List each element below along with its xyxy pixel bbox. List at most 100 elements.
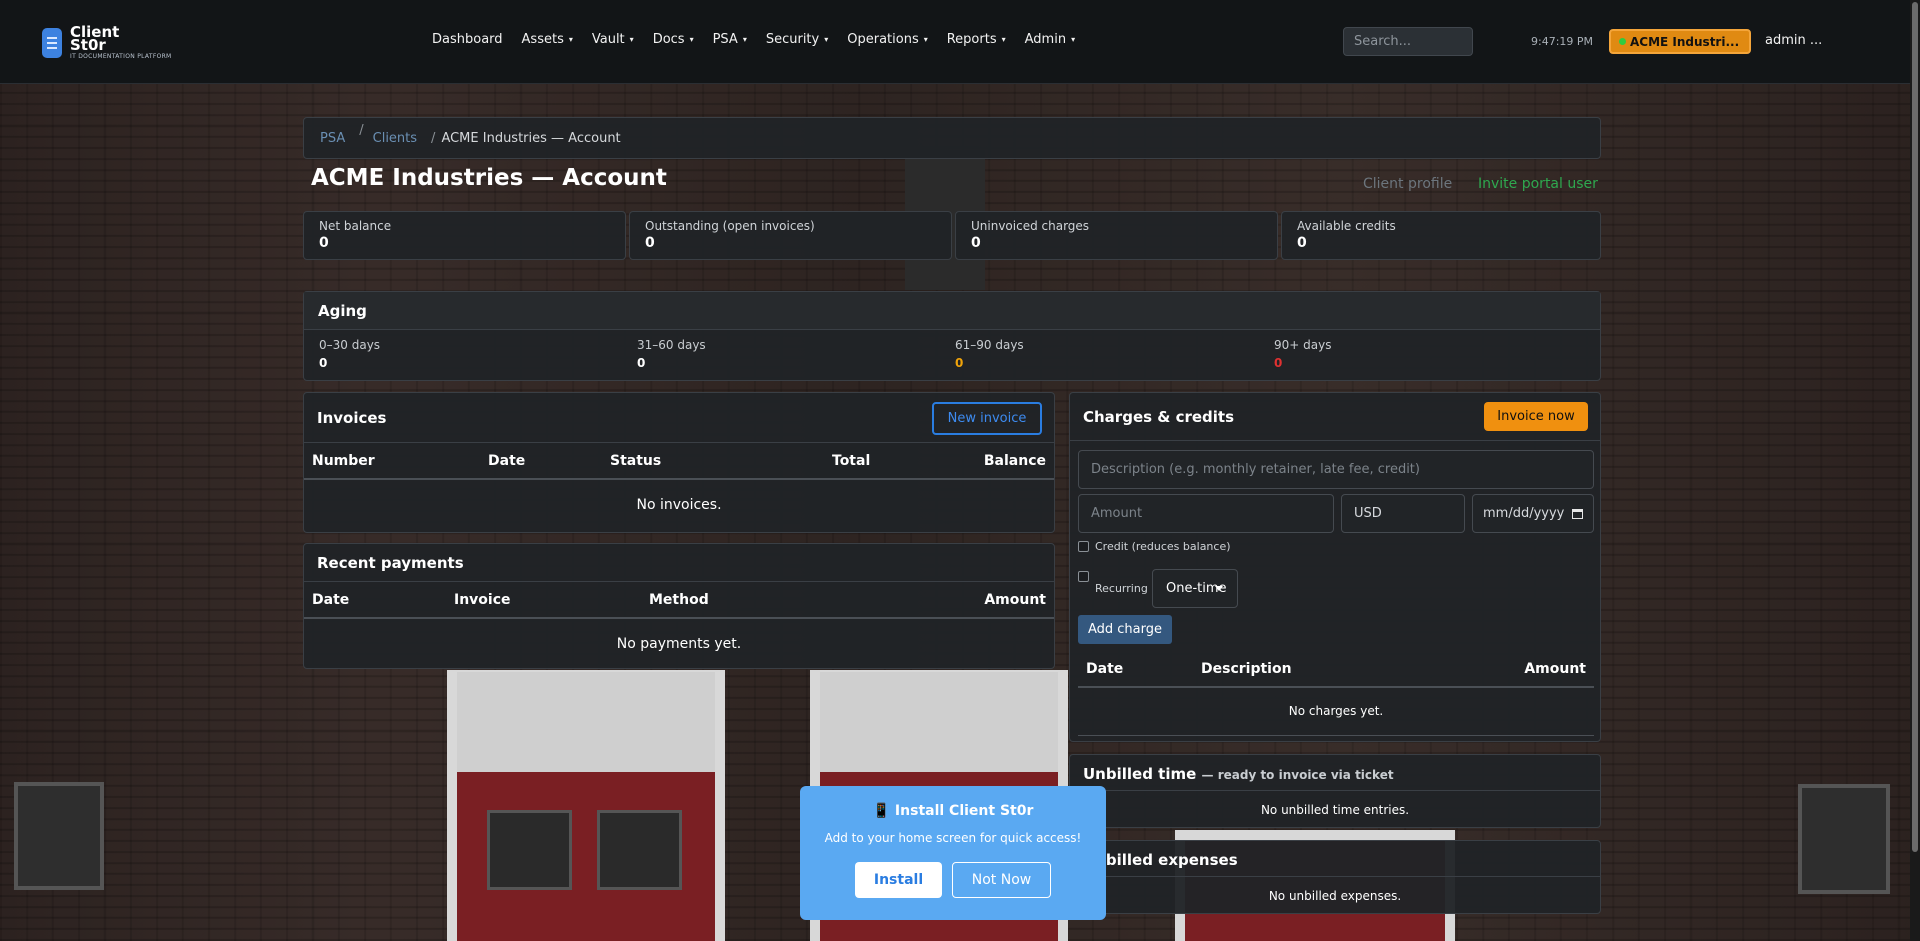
caret-down-icon: ▾ xyxy=(629,35,634,44)
nav-item-label: Security xyxy=(765,32,820,47)
charges-title: Charges & credits xyxy=(1083,407,1235,426)
column-header[interactable]: Total xyxy=(824,443,919,480)
nav-item-label: Admin xyxy=(1024,32,1067,47)
column-header[interactable]: Amount xyxy=(844,582,1054,619)
aging-bucket-value: 0 xyxy=(955,356,964,370)
nav-item-operations[interactable]: Operations ▾ xyxy=(847,32,927,47)
unbilled-time-title: Unbilled time xyxy=(1083,765,1197,783)
install-button[interactable]: Install xyxy=(855,862,942,898)
main-nav: Dashboard Assets ▾ Vault ▾ Docs ▾ PSA ▾ Security ▾… xyxy=(432,32,1094,47)
caret-down-icon: ▾ xyxy=(742,35,747,44)
database-icon xyxy=(42,28,62,58)
brand-logo[interactable]: Client St0r IT DOCUMENTATION PLATFORM xyxy=(42,23,172,60)
caret-down-icon: ▾ xyxy=(1001,35,1006,44)
unbilled-time-card: Unbilled time — ready to invoice via tic… xyxy=(1069,754,1601,828)
frequency-select[interactable]: One-time xyxy=(1152,569,1238,608)
nav-item-label: Docs xyxy=(652,32,685,47)
search-input[interactable] xyxy=(1343,27,1473,56)
currency-field[interactable]: USD xyxy=(1341,494,1465,533)
payments-table: Date Invoice Method Amount No payments y… xyxy=(304,582,1054,669)
recurring-checkbox[interactable] xyxy=(1078,571,1089,582)
column-header[interactable]: Method xyxy=(641,582,845,619)
unbilled-expenses-title: Unbilled expenses xyxy=(1083,851,1238,869)
breadcrumb: PSA / Clients / ACME Industries — Accoun… xyxy=(303,117,1601,159)
nav-item-label: Reports xyxy=(946,32,997,47)
date-field[interactable]: mm/dd/yyyy xyxy=(1472,494,1594,533)
active-client-selector[interactable]: ACME Industri... xyxy=(1609,29,1751,54)
active-client-label: ACME Industri... xyxy=(1630,34,1740,49)
stat-net-balance: Net balance 0 xyxy=(303,211,626,260)
empty-state: No unbilled expenses. xyxy=(1268,889,1402,903)
column-header[interactable]: Status xyxy=(602,443,824,480)
caret-down-icon: ▾ xyxy=(568,35,573,44)
breadcrumb-separator: / xyxy=(359,122,364,138)
invoice-now-button[interactable]: Invoice now xyxy=(1484,402,1588,431)
caret-down-icon: ▾ xyxy=(1071,35,1076,44)
empty-state: No invoices. xyxy=(636,497,722,513)
unbilled-time-subtitle: — ready to invoice via ticket xyxy=(1201,768,1394,782)
nav-item-dashboard[interactable]: Dashboard xyxy=(432,32,503,47)
nav-item-label: Dashboard xyxy=(432,32,503,47)
calendar-icon[interactable] xyxy=(1572,508,1583,519)
nav-item-security[interactable]: Security ▾ xyxy=(766,32,828,47)
stat-outstanding: Outstanding (open invoices) 0 xyxy=(629,211,952,260)
logo-title: Client St0r xyxy=(70,23,120,54)
nav-item-label: Vault xyxy=(591,32,625,47)
nav-item-admin[interactable]: Admin ▾ xyxy=(1025,32,1075,47)
aging-bucket-value: 0 xyxy=(637,356,646,370)
stat-label: Available credits xyxy=(1297,219,1396,233)
column-header[interactable]: Date xyxy=(1078,651,1193,688)
aging-bucket-label: 61–90 days xyxy=(955,338,1024,352)
nav-item-vault[interactable]: Vault ▾ xyxy=(592,32,634,47)
credit-label: Credit (reduces balance) xyxy=(1095,540,1231,553)
amount-field[interactable]: Amount xyxy=(1078,494,1334,533)
not-now-button[interactable]: Not Now xyxy=(952,862,1051,898)
breadcrumb-clients[interactable]: Clients xyxy=(373,131,417,146)
nav-item-psa[interactable]: PSA ▾ xyxy=(713,32,747,47)
stat-label: Uninvoiced charges xyxy=(971,219,1090,233)
column-header[interactable]: Balance xyxy=(918,443,1054,480)
column-header[interactable]: Date xyxy=(480,443,602,480)
description-field[interactable]: Description (e.g. monthly retainer, late… xyxy=(1078,450,1594,489)
aging-title: Aging xyxy=(304,292,1600,330)
client-profile-link[interactable]: Client profile xyxy=(1363,176,1452,192)
nav-item-label: Operations xyxy=(847,32,919,47)
new-invoice-button[interactable]: New invoice xyxy=(932,402,1042,435)
install-prompt: 📱 Install Client St0r Add to your home s… xyxy=(800,786,1106,920)
aging-bucket: 0–30 days 0 xyxy=(319,338,380,370)
column-header[interactable]: Description xyxy=(1193,651,1425,688)
stat-value: 0 xyxy=(645,235,655,251)
breadcrumb-separator: / xyxy=(431,130,436,146)
user-menu[interactable]: admin ... xyxy=(1765,33,1822,48)
nav-item-reports[interactable]: Reports ▾ xyxy=(947,32,1006,47)
caret-down-icon: ▾ xyxy=(923,35,928,44)
invite-portal-user-link[interactable]: Invite portal user xyxy=(1478,176,1598,192)
page-title: ACME Industries — Account xyxy=(311,165,667,191)
stat-value: 0 xyxy=(319,235,329,251)
aging-bucket: 31–60 days 0 xyxy=(637,338,706,370)
column-header[interactable]: Date xyxy=(304,582,446,619)
nav-item-assets[interactable]: Assets ▾ xyxy=(522,32,573,47)
top-navbar: Client St0r IT DOCUMENTATION PLATFORM Da… xyxy=(0,0,1910,84)
invoices-title: Invoices xyxy=(317,408,387,427)
column-header[interactable]: Number xyxy=(304,443,480,480)
stat-value: 0 xyxy=(1297,235,1307,251)
aging-bucket: 61–90 days 0 xyxy=(955,338,1024,370)
column-header[interactable]: Invoice xyxy=(446,582,641,619)
empty-state: No unbilled time entries. xyxy=(1260,803,1410,817)
column-header[interactable]: Amount xyxy=(1424,651,1594,688)
scrollbar-thumb[interactable] xyxy=(1912,2,1918,852)
stat-label: Net balance xyxy=(319,219,392,233)
install-title: 📱 Install Client St0r xyxy=(872,803,1034,819)
charges-card: Charges & credits Invoice now Descriptio… xyxy=(1069,392,1601,742)
aging-bucket-value: 0 xyxy=(1274,356,1283,370)
aging-bucket-label: 90+ days xyxy=(1274,338,1332,352)
aging-card: Aging 0–30 days 0 31–60 days 0 61–90 day… xyxy=(303,291,1601,381)
add-charge-button[interactable]: Add charge xyxy=(1078,615,1172,644)
install-text: Add to your home screen for quick access… xyxy=(824,831,1082,845)
unbilled-expenses-card: Unbilled expenses No unbilled expenses. xyxy=(1069,840,1601,914)
breadcrumb-psa[interactable]: PSA xyxy=(320,131,345,146)
logo-subtitle: IT DOCUMENTATION PLATFORM xyxy=(70,53,172,60)
nav-item-docs[interactable]: Docs ▾ xyxy=(653,32,694,47)
credit-checkbox[interactable] xyxy=(1078,541,1089,552)
